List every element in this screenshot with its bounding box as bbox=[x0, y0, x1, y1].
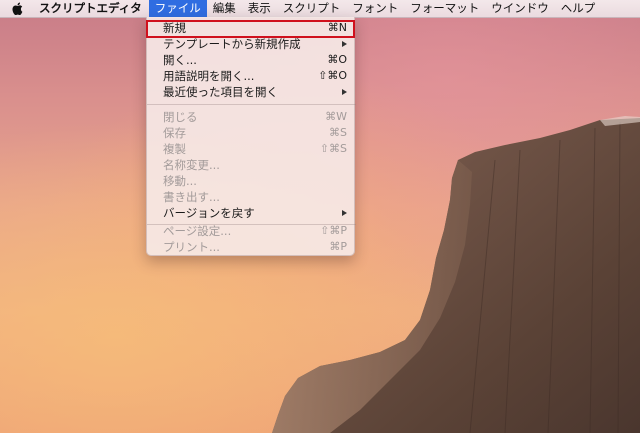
menu-item-label: 書き出す... bbox=[163, 190, 220, 204]
menu-item-shortcut: ⇧⌘P bbox=[320, 224, 347, 237]
menu-help[interactable]: ヘルプ bbox=[555, 0, 602, 17]
menu-item-print: プリント... ⌘P bbox=[147, 239, 356, 255]
menu-file[interactable]: ファイル bbox=[148, 0, 207, 17]
menu-item-label: テンプレートから新規作成 bbox=[163, 37, 301, 51]
menu-item-shortcut: ⌘P bbox=[329, 240, 347, 253]
menu-item-label: ページ設定... bbox=[163, 224, 232, 238]
menu-item-open-dictionary[interactable]: 用語説明を開く... ⇧⌘O bbox=[147, 68, 356, 84]
submenu-arrow-icon bbox=[342, 210, 347, 216]
menu-item-label: 用語説明を開く... bbox=[163, 69, 255, 83]
menu-item-label: 複製 bbox=[163, 142, 186, 156]
menu-view[interactable]: 表示 bbox=[242, 0, 277, 17]
menu-item-open-recent[interactable]: 最近使った項目を開く bbox=[147, 84, 356, 100]
menu-item-page-setup: ページ設定... ⇧⌘P bbox=[147, 223, 356, 239]
menu-item-label: 名称変更... bbox=[163, 158, 220, 172]
menu-item-move: 移動... bbox=[147, 173, 356, 189]
apple-icon bbox=[11, 2, 22, 15]
menu-item-new[interactable]: 新規 ⌘N bbox=[146, 20, 356, 38]
menu-item-rename: 名称変更... bbox=[147, 157, 356, 173]
menu-item-shortcut: ⌘S bbox=[329, 126, 347, 139]
submenu-arrow-icon bbox=[342, 89, 347, 95]
menu-separator bbox=[147, 104, 356, 105]
menu-item-label: 移動... bbox=[163, 174, 197, 188]
menu-item-export: 書き出す... bbox=[147, 189, 356, 205]
menu-item-label: 開く... bbox=[163, 53, 197, 67]
menu-item-shortcut: ⇧⌘S bbox=[319, 142, 347, 155]
apple-menu[interactable] bbox=[9, 0, 25, 17]
file-menu-dropdown: 新規 ⌘N テンプレートから新規作成 開く... ⌘O 用語説明を開く... ⇧… bbox=[146, 17, 356, 256]
menu-window[interactable]: ウインドウ bbox=[485, 0, 555, 17]
menu-item-label: 最近使った項目を開く bbox=[163, 85, 278, 99]
menu-item-label: 閉じる bbox=[163, 110, 198, 124]
menu-script[interactable]: スクリプト bbox=[277, 0, 347, 17]
menu-edit[interactable]: 編集 bbox=[207, 0, 242, 17]
menu-item-label: プリント... bbox=[163, 240, 220, 254]
menu-item-label: 新規 bbox=[163, 21, 186, 35]
menu-bar: スクリプトエディタ ファイル 編集 表示 スクリプト フォント フォーマット ウ… bbox=[0, 0, 640, 18]
menu-item-shortcut: ⌘N bbox=[327, 21, 347, 34]
app-menu[interactable]: スクリプトエディタ bbox=[33, 0, 149, 17]
menu-item-label: バージョンを戻す bbox=[163, 206, 255, 220]
menu-font[interactable]: フォント bbox=[346, 0, 404, 17]
menu-format[interactable]: フォーマット bbox=[404, 0, 485, 17]
menu-item-revert-to[interactable]: バージョンを戻す bbox=[147, 205, 356, 221]
menu-item-duplicate: 複製 ⇧⌘S bbox=[147, 141, 356, 157]
menu-item-close: 閉じる ⌘W bbox=[147, 109, 356, 125]
menu-item-save: 保存 ⌘S bbox=[147, 125, 356, 141]
submenu-arrow-icon bbox=[342, 41, 347, 47]
menu-item-open[interactable]: 開く... ⌘O bbox=[147, 52, 356, 68]
menu-item-shortcut: ⇧⌘O bbox=[318, 69, 347, 82]
menu-item-new-from-template[interactable]: テンプレートから新規作成 bbox=[147, 36, 356, 52]
menu-item-shortcut: ⌘O bbox=[327, 53, 347, 66]
menu-item-label: 保存 bbox=[163, 126, 186, 140]
menu-item-shortcut: ⌘W bbox=[325, 110, 347, 123]
